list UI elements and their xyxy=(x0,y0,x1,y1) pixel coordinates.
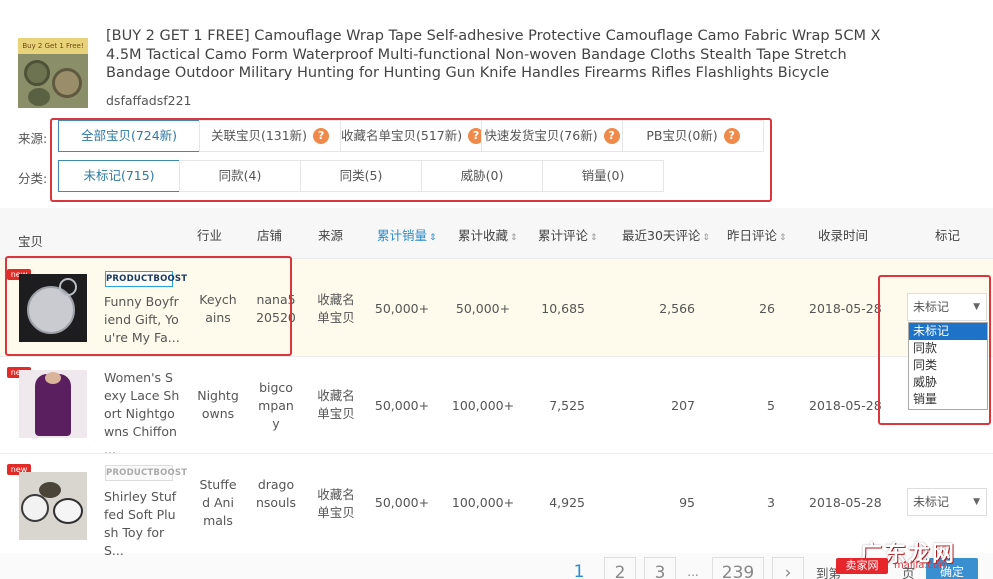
reviews-cell: 10,685 xyxy=(541,301,585,316)
industry-cell: Stuffed Animals xyxy=(199,477,237,528)
product-name[interactable]: Women's Sexy Lace Short Nightgowns Chiff… xyxy=(104,369,180,459)
help-icon[interactable]: ? xyxy=(603,128,620,144)
collected-time-cell: 2018-05-28 xyxy=(809,301,882,316)
source-tab-fast-shipping[interactable]: 快速发货宝贝(76新)? xyxy=(481,120,623,152)
source-cell: 收藏名单宝贝 xyxy=(317,292,355,325)
productboost-badge: PRODUCTBOOST xyxy=(105,465,187,481)
reviews-yesterday-cell: 3 xyxy=(767,495,775,510)
help-icon[interactable]: ? xyxy=(313,128,330,144)
source-cell: 收藏名单宝贝 xyxy=(317,388,355,421)
reviews-cell: 7,525 xyxy=(549,398,585,413)
favorites-cell: 100,000+ xyxy=(451,495,515,510)
category-tab-sales[interactable]: 销量(0) xyxy=(542,160,664,192)
table-row: new Women's Sexy Lace Short Nightgowns C… xyxy=(0,356,993,457)
shop-cell[interactable]: dragonsouls xyxy=(256,476,296,512)
source-tab-favorites[interactable]: 收藏名单宝贝(517新)? xyxy=(340,120,485,152)
site-watermark-logo: 广东龙网 卖家网 maijia.com xyxy=(836,532,993,579)
sort-icon: ⇕ xyxy=(702,233,710,243)
category-tab-similar[interactable]: 同类(5) xyxy=(300,160,422,192)
reviews-30d-cell: 207 xyxy=(671,398,695,413)
product-thumbnail: Buy 2 Get 1 Free! xyxy=(18,38,88,108)
header-collected-time: 收录时间 xyxy=(818,228,869,243)
reviews-30d-cell: 2,566 xyxy=(659,301,695,316)
source-filter-label: 来源: xyxy=(18,131,48,146)
product-shop-name: dsfaffadsf221 xyxy=(106,93,192,108)
source-tab-related[interactable]: 关联宝贝(131新)? xyxy=(199,120,341,152)
reviews-30d-cell: 95 xyxy=(679,495,695,510)
row-highlight-box xyxy=(5,256,292,356)
thumbnail-banner: Buy 2 Get 1 Free! xyxy=(18,38,88,54)
page-ellipsis: ... xyxy=(687,565,699,579)
favorites-cell: 50,000+ xyxy=(455,301,511,316)
chevron-down-icon: ▼ xyxy=(973,497,980,507)
reviews-yesterday-cell: 26 xyxy=(759,301,775,316)
header-industry: 行业 xyxy=(197,228,223,243)
reviews-yesterday-cell: 5 xyxy=(767,398,775,413)
header-shop: 店铺 xyxy=(257,228,283,243)
category-tab-unmarked[interactable]: 未标记(715) xyxy=(58,160,180,192)
page-2[interactable]: 2 xyxy=(604,557,636,579)
page-3[interactable]: 3 xyxy=(644,557,676,579)
sort-icon: ⇕ xyxy=(779,233,787,243)
source-tab-all[interactable]: 全部宝贝(724新) xyxy=(58,120,200,152)
help-icon[interactable]: ? xyxy=(723,128,740,144)
category-tab-threat[interactable]: 威胁(0) xyxy=(421,160,543,192)
sort-icon: ⇕ xyxy=(429,233,437,243)
header-reviews-30d[interactable]: 最近30天评论 ⇕ xyxy=(622,225,710,244)
header-total-favorites[interactable]: 累计收藏 ⇕ xyxy=(458,225,518,244)
sales-cell: 50,000+ xyxy=(374,301,430,316)
source-tab-pb[interactable]: PB宝贝(0新)? xyxy=(622,120,764,152)
page-1[interactable]: 1 xyxy=(565,557,593,579)
sort-icon: ⇕ xyxy=(590,233,598,243)
source-cell: 收藏名单宝贝 xyxy=(317,487,355,520)
collected-time-cell: 2018-05-28 xyxy=(809,495,882,510)
mark-select[interactable]: 未标记 ▼ xyxy=(907,488,987,516)
sort-icon: ⇕ xyxy=(510,233,518,243)
dropdown-highlight-box xyxy=(878,275,991,425)
page-last[interactable]: 239 xyxy=(712,557,764,579)
product-image[interactable] xyxy=(19,370,87,438)
sales-cell: 50,000+ xyxy=(374,398,430,413)
product-title[interactable]: [BUY 2 GET 1 FREE] Camouflage Wrap Tape … xyxy=(106,27,906,83)
header-total-sales[interactable]: 累计销量 ⇕ xyxy=(377,225,437,244)
favorites-cell: 100,000+ xyxy=(451,398,515,413)
reviews-cell: 4,925 xyxy=(549,495,585,510)
industry-cell: Nightgowns xyxy=(197,388,239,421)
header-mark: 标记 xyxy=(935,228,961,243)
header-source: 来源 xyxy=(318,228,344,243)
sales-cell: 50,000+ xyxy=(374,495,430,510)
header-total-reviews[interactable]: 累计评论 ⇕ xyxy=(538,225,598,244)
next-page-button[interactable]: › xyxy=(772,557,804,579)
product-name[interactable]: Shirley Stuffed Soft Plush Toy for S... xyxy=(104,488,180,560)
header-item: 宝贝 xyxy=(18,234,44,249)
shop-cell[interactable]: bigcompany xyxy=(256,379,296,433)
category-tab-same[interactable]: 同款(4) xyxy=(179,160,301,192)
collected-time-cell: 2018-05-28 xyxy=(809,398,882,413)
header-reviews-yesterday[interactable]: 昨日评论 ⇕ xyxy=(727,225,787,244)
product-image[interactable] xyxy=(19,472,87,540)
category-filter-label: 分类: xyxy=(18,171,48,186)
